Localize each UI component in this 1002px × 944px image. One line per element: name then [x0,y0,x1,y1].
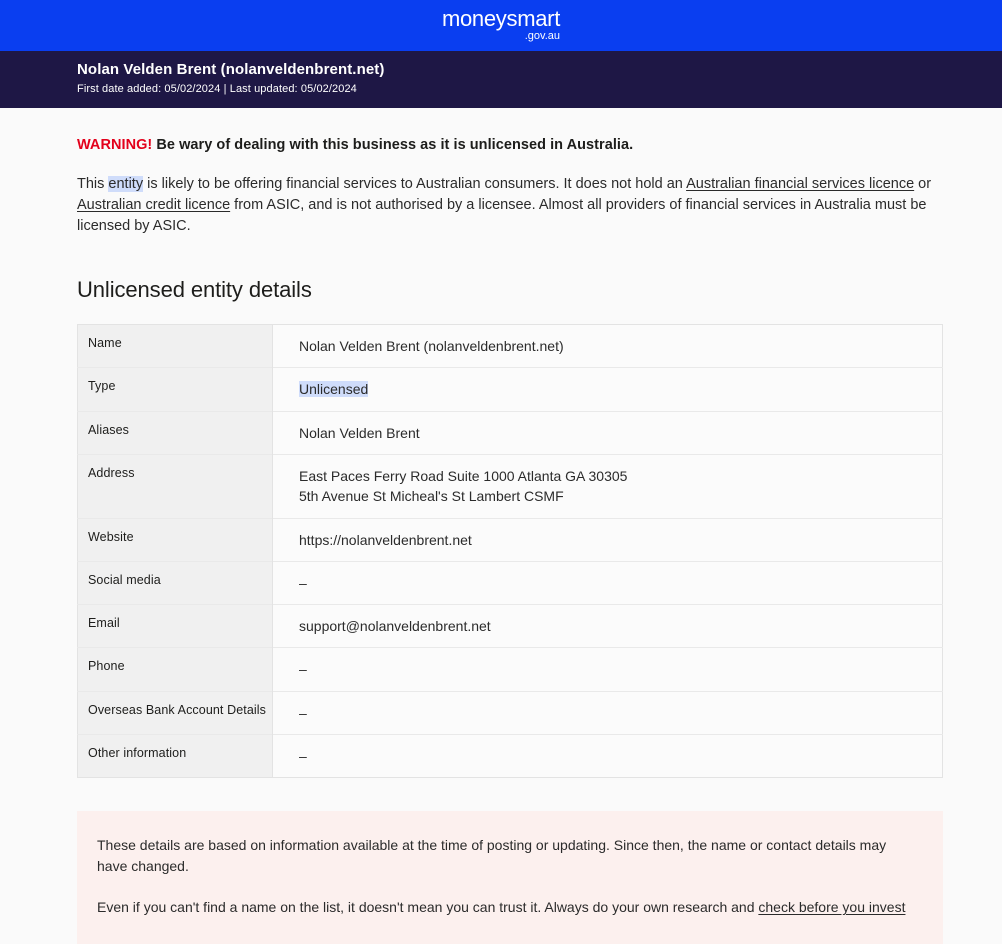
logo-wordmark: moneysmart [441,5,561,31]
detail-label: Address [77,454,273,519]
detail-value-line-1: Nolan Velden Brent (nolanveldenbrent.net… [299,338,564,355]
detail-label: Aliases [77,411,273,455]
logo-domain: .gov.au [524,29,561,42]
detail-value-line-1: Unlicensed [299,381,369,398]
table-row: Overseas Bank Account Details – [77,691,943,735]
disclaimer-paragraph-1: These details are based on information a… [97,837,887,875]
intro-part-2: is likely to be offering financial servi… [143,176,687,192]
detail-value-line-1: – [299,748,307,765]
table-row: Phone – [77,647,943,692]
moneysmart-logo[interactable]: moneysmart .gov.au [441,5,561,44]
detail-label: Name [77,324,273,368]
detail-value: East Paces Ferry Road Suite 1000 Atlanta… [272,454,943,519]
table-row: Name Nolan Velden Brent (nolanveldenbrent… [77,324,943,368]
detail-value-line-1: support@nolanveldenbrent.net [299,618,491,635]
selected-word-entity: entity [108,176,144,192]
detail-value: – [272,691,943,735]
table-row: Address East Paces Ferry Road Suite 1000 … [77,454,943,519]
disclaimer-paragraph-2: Even if you can't find a name on the lis… [97,897,911,918]
detail-value: Nolan Velden Brent (nolanveldenbrent.net… [272,324,943,368]
table-row: Other information – [77,734,943,778]
detail-value-line-2: 5th Avenue St Micheal's St Lambert CSMF [299,488,564,505]
detail-value: – [272,647,943,692]
entity-dates: First date added: 05/02/2024 | Last upda… [77,82,357,95]
check-before-you-invest-link[interactable]: check before you invest [758,899,905,915]
entity-details-body: Name Nolan Velden Brent (nolanveldenbrent… [77,324,943,778]
warning-statement: WARNING! Be wary of dealing with this bu… [77,137,942,153]
table-row: Aliases Nolan Velden Brent [77,411,943,455]
intro-part-3: or [914,176,932,192]
detail-label: Phone [77,647,273,692]
site-header: moneysmart .gov.au [0,0,1002,51]
detail-label: Other information [77,734,273,778]
entity-name-heading: Nolan Velden Brent (nolanveldenbrent.net… [77,61,385,78]
intro-paragraph: This entity is likely to be offering fin… [77,174,942,237]
entity-banner: Nolan Velden Brent (nolanveldenbrent.net… [0,51,1002,108]
detail-value: – [272,734,943,778]
detail-value-line-1: East Paces Ferry Road Suite 1000 Atlanta… [299,467,628,484]
disclaimer-text-2: Even if you can't find a name on the lis… [97,899,759,916]
detail-value-line-1: – [299,661,307,678]
detail-value: support@nolanveldenbrent.net [272,604,943,648]
detail-value: Nolan Velden Brent [272,411,943,455]
warning-label: WARNING! [77,137,153,153]
detail-value-line-1: – [299,704,307,721]
disclaimer-box: These details are based on information a… [77,811,943,944]
table-row: Social media – [77,561,943,605]
detail-value-line-1: https://nolanveldenbrent.net [299,531,472,548]
detail-label: Website [77,518,273,562]
detail-value-line-1: Nolan Velden Brent [299,424,420,441]
credit-licence-link[interactable]: Australian credit licence [77,197,230,213]
detail-label: Email [77,604,273,648]
detail-label: Overseas Bank Account Details [77,691,273,735]
entity-details-table: Name Nolan Velden Brent (nolanveldenbrent… [77,324,943,779]
detail-value: – [272,561,943,605]
main-content: WARNING! Be wary of dealing with this bu… [0,137,1002,779]
intro-part-1: This [77,176,109,192]
detail-value: Unlicensed [272,367,943,412]
table-row: Type Unlicensed [77,367,943,412]
detail-value-line-1: – [299,574,307,591]
warning-text: Be wary of dealing with this business as… [152,137,634,153]
detail-value: https://nolanveldenbrent.net [272,518,943,562]
details-heading: Unlicensed entity details [77,277,312,303]
detail-label: Type [77,367,273,412]
afs-licence-link[interactable]: Australian financial services licence [686,176,914,192]
table-row: Website https://nolanveldenbrent.net [77,518,943,562]
detail-label: Social media [77,561,273,605]
table-row: Email support@nolanveldenbrent.net [77,604,943,648]
